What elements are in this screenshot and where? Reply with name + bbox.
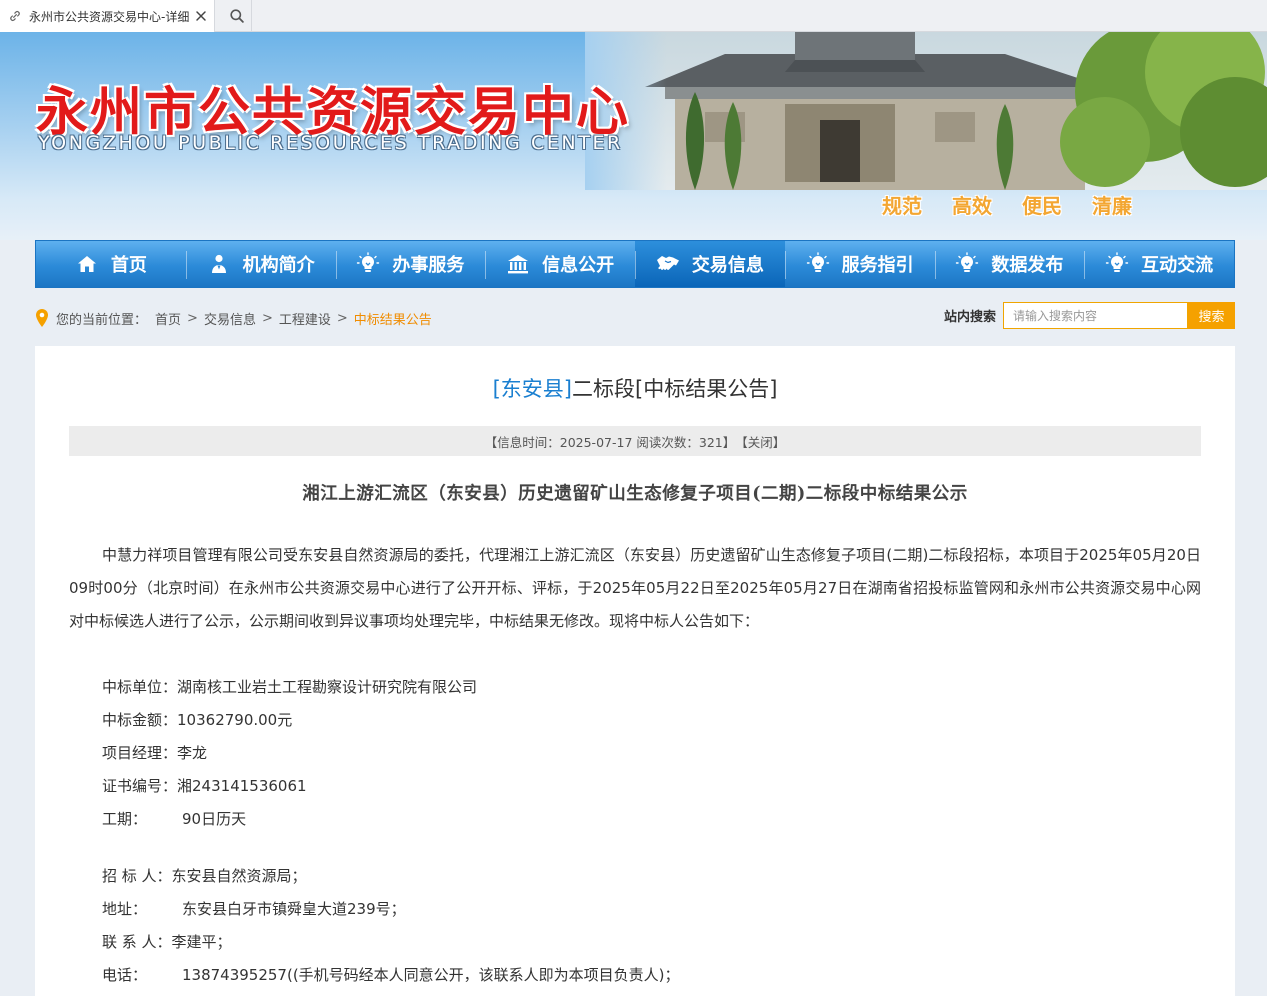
field-label-part: 话： [117, 966, 148, 984]
nav-item-label: 数据发布 [991, 255, 1064, 276]
nav-item-about[interactable]: 机构简介 [185, 241, 336, 287]
nav-item-label: 信息公开 [542, 255, 615, 276]
document-heading: 湘江上游汇流区（东安县）历史遗留矿山生态修复子项目(二期)二标段中标结果公示 [302, 484, 968, 504]
article-title-text: 二标段[中标结果公告] [572, 377, 778, 401]
search-icon [229, 9, 244, 23]
nav-item-home[interactable]: 首页 [36, 241, 186, 287]
breadcrumb: 您的当前位置： 首页 > 交易信息 > 工程建设 > 中标结果公告 [56, 309, 432, 328]
field-label: 中标单位： [102, 678, 178, 696]
field-value: 东安县自然资源局； [171, 867, 307, 885]
project-manager-row: 项目经理： 李龙 [102, 742, 207, 763]
field-label-part: 址： [117, 900, 148, 918]
site-search-label: 站内搜索 [943, 310, 996, 325]
field-value: 湖南核工业岩土工程勘察设计研究院有限公司 [177, 678, 478, 696]
winner-amount-row: 中标金额： 10362790.00元 [102, 709, 292, 730]
article-title-county: [东安县] [492, 377, 572, 401]
field-value: 13874395257((手机号码经本人同意公开，该联系人即为本项目负责人)； [182, 966, 680, 984]
field-label: 工期： [102, 808, 182, 829]
bulb-icon [357, 252, 380, 272]
nav-item-label: 交易信息 [691, 255, 764, 276]
duration-row: 工期： 90日历天 [102, 808, 246, 829]
field-label-part: 电 [102, 966, 118, 984]
slogan: 便民 [1022, 194, 1062, 218]
tab-search-button[interactable] [222, 0, 252, 32]
breadcrumb-construction[interactable]: 工程建设 [279, 309, 331, 328]
search-button[interactable]: 搜索 [1188, 302, 1235, 329]
slogan: 高效 [952, 194, 992, 218]
field-label: 中标金额： [102, 711, 178, 729]
field-label-part: 工 [102, 810, 118, 828]
nav-item-interaction[interactable]: 互动交流 [1084, 241, 1234, 287]
field-label: 项目经理： [102, 744, 178, 762]
browser-tabstrip: 永州市公共资源交易中心-详细 [0, 0, 1267, 32]
field-label: 招 标 人： [102, 867, 172, 885]
field-value: 90日历天 [182, 810, 247, 828]
field-label: 电话： [102, 964, 182, 985]
header-banner: 永州市公共资源交易中心 YONGZHOU PUBLIC RESOURCES TR… [0, 32, 1267, 240]
article-container: [东安县]二标段[中标结果公告] 【信息时间：2025-07-17 阅读次数：3… [35, 346, 1235, 996]
breadcrumb-home[interactable]: 首页 [155, 309, 181, 328]
slogans: 规范 高效 便民 清廉 [882, 190, 1132, 219]
location-pin-icon [36, 309, 48, 327]
article-title: [东安县]二标段[中标结果公告] [35, 373, 1235, 403]
field-value: 李龙 [177, 744, 208, 762]
address-row: 地址： 东安县白牙市镇舜皇大道239号； [102, 898, 406, 919]
link-icon [10, 11, 20, 21]
bulb-icon [956, 252, 979, 272]
breadcrumb-current: 中标结果公告 [353, 312, 432, 328]
slogan: 清廉 [1092, 194, 1132, 218]
home-icon [77, 256, 96, 272]
field-label: 联 系 人： [102, 933, 172, 951]
article-body-paragraph: 中慧力祥项目管理有限公司受东安县自然资源局的委托，代理湘江上游汇流区（东安县）历… [69, 546, 1201, 630]
nav-item-label: 首页 [110, 255, 147, 276]
phone-row: 电话： 13874395257((手机号码经本人同意公开，该联系人即为本项目负责人… [102, 964, 680, 985]
breadcrumb-separator: > [336, 310, 348, 326]
close-icon[interactable] [193, 8, 209, 24]
nav-item-label: 机构简介 [242, 255, 315, 276]
breadcrumb-trading[interactable]: 交易信息 [204, 309, 256, 328]
field-value: 东安县白牙市镇舜皇大道239号； [182, 900, 406, 918]
person-icon [211, 254, 226, 273]
bulb-icon [806, 252, 829, 272]
tenderer-row: 招 标 人： 东安县自然资源局； [102, 865, 307, 886]
nav-item-label: 服务指引 [841, 255, 914, 276]
nav-item-label: 互动交流 [1141, 255, 1214, 276]
main-nav: 首页 机构简介 办事服务 信息公开 交易信息 服务指引 数据发布 互动交流 [35, 240, 1235, 288]
close-link[interactable]: 【关闭】 [735, 432, 785, 451]
nav-item-data[interactable]: 数据发布 [934, 241, 1085, 287]
nav-item-label: 办事服务 [392, 255, 465, 276]
certificate-row: 证书编号： 湘243141536061 [102, 775, 307, 796]
browser-tab-title: 永州市公共资源交易中心-详细 [29, 9, 189, 24]
handshake-icon [656, 256, 679, 270]
nav-item-disclosure[interactable]: 信息公开 [485, 241, 635, 287]
bulb-icon [1105, 252, 1129, 272]
field-label: 证书编号： [102, 777, 178, 795]
site-search: 站内搜索 搜索 [944, 302, 1235, 329]
field-label-part: 地 [102, 900, 118, 918]
building-icon [508, 255, 529, 274]
field-label-part: 期： [117, 810, 148, 828]
field-value: 10362790.00元 [177, 711, 293, 729]
breadcrumb-separator: > [261, 310, 273, 326]
nav-item-trading[interactable]: 交易信息 [635, 241, 785, 287]
winner-unit-row: 中标单位： 湖南核工业岩土工程勘察设计研究院有限公司 [102, 676, 477, 697]
contact-row: 联 系 人： 李建平； [102, 931, 232, 952]
browser-tab[interactable]: 永州市公共资源交易中心-详细 [0, 0, 215, 32]
field-value: 李建平； [171, 933, 232, 951]
banner-scene-image [585, 32, 1267, 190]
breadcrumb-separator: > [187, 310, 198, 326]
slogan: 规范 [882, 194, 922, 218]
breadcrumb-row: 您的当前位置： 首页 > 交易信息 > 工程建设 > 中标结果公告 站内搜索 搜… [35, 300, 1235, 336]
nav-item-services[interactable]: 办事服务 [335, 241, 486, 287]
search-input[interactable] [1003, 302, 1188, 329]
breadcrumb-prefix: 您的当前位置： [56, 312, 148, 328]
nav-item-guide[interactable]: 服务指引 [784, 241, 935, 287]
site-subtitle: YONGZHOU PUBLIC RESOURCES TRADING CENTER [38, 132, 623, 154]
field-value: 湘243141536061 [177, 777, 307, 795]
article-meta-info: 【信息时间：2025-07-17 阅读次数：321】 [484, 434, 736, 450]
field-label: 地址： [102, 898, 182, 919]
article-meta-bar: 【信息时间：2025-07-17 阅读次数：321】 【关闭】 [69, 426, 1201, 456]
